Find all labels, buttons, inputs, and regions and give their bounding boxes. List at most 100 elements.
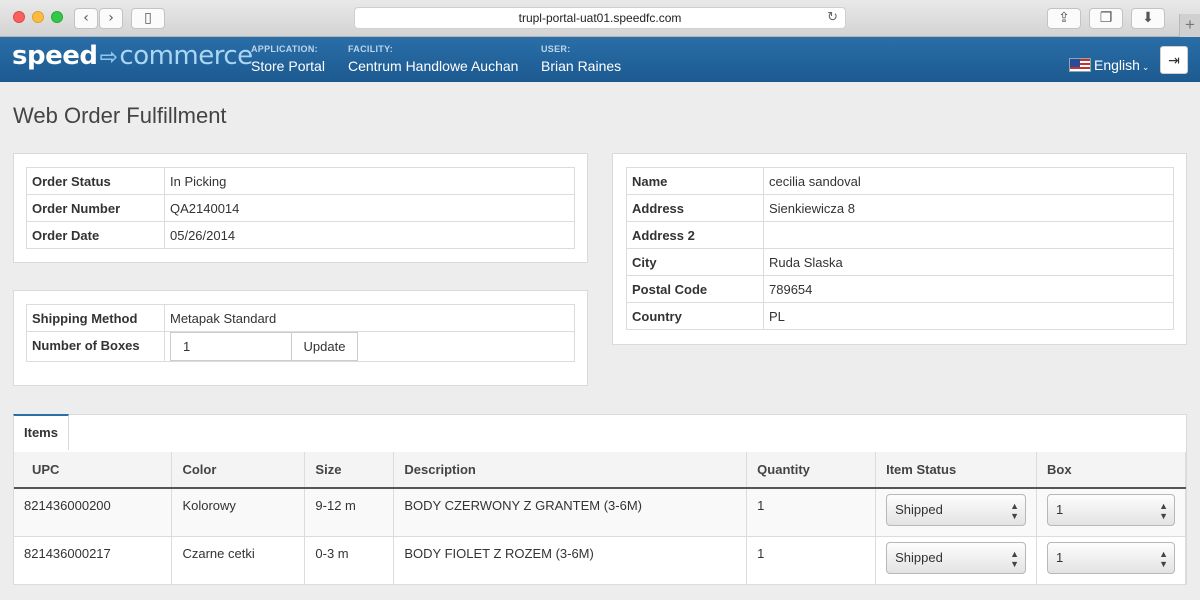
postal-code-value: 789654 [763,275,1174,303]
application-label: APPLICATION: [251,44,318,54]
new-tab-button[interactable]: + [1179,14,1200,37]
order-date-row: Order Date 05/26/2014 [26,221,575,249]
item-status-value: Shipped [895,502,943,517]
user-info: USER: Brian Raines [541,44,621,74]
address-label: Address [626,194,764,222]
order-panel: Order Status In Picking Order Number QA2… [13,153,588,263]
sidebar-icon: ▯ [144,10,152,26]
zoom-window-button[interactable] [51,11,63,23]
update-button[interactable]: Update [292,332,358,361]
customer-panel: Name cecilia sandoval Address Sienkiewic… [612,153,1187,345]
reload-icon[interactable]: ↻ [827,8,838,28]
select-arrows-icon: ▲ ▼ [1159,501,1168,521]
language-selector[interactable]: English ⌄ [1069,57,1149,73]
order-number-label: Order Number [26,194,165,222]
boxes-input-group: Update [170,332,569,361]
items-table: UPC Color Size Description Quantity Item… [14,452,1186,585]
box-value: 1 [1056,549,1064,565]
box-cell: 1 ▲ ▼ [1036,488,1186,537]
shipping-method-label: Shipping Method [26,304,165,332]
customer-table: Name cecilia sandoval Address Sienkiewic… [626,167,1174,330]
item-status-select[interactable]: Shipped ▲ ▼ [886,494,1027,526]
box-select[interactable]: 1 ▲ ▼ [1047,541,1175,574]
name-value: cecilia sandoval [763,167,1174,195]
column-header-box[interactable]: Box [1036,452,1186,489]
quantity-cell: 1 [746,536,877,585]
logout-button[interactable]: ⇥ [1160,46,1188,74]
chevron-down-icon: ⌄ [1141,62,1150,72]
country-value: PL [763,302,1174,330]
items-header-row: UPC Color Size Description Quantity Item… [14,452,1186,489]
size-cell: 0-3 m [304,536,395,585]
country-label: Country [626,302,764,330]
item-status-value: Shipped [895,549,943,565]
column-header-quantity[interactable]: Quantity [746,452,877,489]
city-label: City [626,248,764,276]
select-arrows-icon: ▲ ▼ [1010,548,1020,569]
language-label: English [1094,57,1140,73]
description-cell: BODY FIOLET Z ROZEM (3-6M) [393,536,748,585]
sidebar-toggle-button[interactable]: ▯ [131,8,165,29]
shipping-method-row: Shipping Method Metapak Standard [26,304,575,332]
forward-button[interactable]: › [99,8,123,29]
item-status-select[interactable]: Shipped ▲ ▼ [886,541,1027,574]
select-arrows-icon: ▲ ▼ [1159,548,1168,569]
postal-code-label: Postal Code [626,275,764,303]
country-row: Country PL [626,302,1174,330]
address-bar[interactable]: trupl-portal-uat01.speedfc.com ↻ [354,7,846,29]
shipping-method-value: Metapak Standard [164,304,575,332]
browser-toolbar: ‹ › ▯ trupl-portal-uat01.speedfc.com ↻ ⇪… [0,0,1200,37]
facility-value: Centrum Handlowe Auchan [348,58,519,74]
column-header-description[interactable]: Description [393,452,748,489]
postal-code-row: Postal Code 789654 [626,275,1174,303]
upc-cell: 821436000200 [14,488,173,537]
color-cell: Kolorowy [171,488,306,537]
application-value: Store Portal [251,58,325,74]
application-info: APPLICATION: Store Portal [251,44,325,74]
column-header-color[interactable]: Color [171,452,306,489]
minimize-window-button[interactable] [32,11,44,23]
number-of-boxes-label: Number of Boxes [26,331,165,362]
number-of-boxes-input[interactable] [170,332,292,361]
tab-items[interactable]: Items [13,414,69,450]
name-label: Name [626,167,764,195]
tabs-button[interactable]: ❐ [1089,8,1123,29]
order-status-row: Order Status In Picking [26,167,575,195]
order-table: Order Status In Picking Order Number QA2… [26,167,575,249]
share-button[interactable]: ⇪ [1047,8,1081,29]
downloads-button[interactable]: ⬇ [1131,8,1165,29]
close-window-button[interactable] [13,11,25,23]
address2-row: Address 2 [626,221,1174,249]
address-row: Address Sienkiewicza 8 [626,194,1174,222]
app-header: speed⇨commerce APPLICATION: Store Portal… [0,37,1200,82]
item-status-cell: Shipped ▲ ▼ [875,536,1038,585]
column-header-upc[interactable]: UPC [14,452,173,489]
city-row: City Ruda Slaska [626,248,1174,276]
shipping-panel: Shipping Method Metapak Standard Number … [13,290,588,386]
box-value: 1 [1056,502,1064,517]
column-header-item-status[interactable]: Item Status [875,452,1038,489]
number-of-boxes-cell: Update [164,331,575,362]
table-row: 821436000200 Kolorowy 9-12 m BODY CZERWO… [14,488,1186,537]
user-label: USER: [541,44,571,54]
user-value: Brian Raines [541,58,622,74]
chevron-right-icon: › [108,10,114,26]
logo-arrow-icon: ⇨ [99,45,118,70]
order-status-label: Order Status [26,167,165,195]
order-date-label: Order Date [26,221,165,249]
upc-cell: 821436000217 [14,536,173,585]
address2-value [763,221,1174,249]
url-text: trupl-portal-uat01.speedfc.com [518,11,682,25]
order-date-value: 05/26/2014 [164,221,575,249]
shipping-table: Shipping Method Metapak Standard Number … [26,304,575,362]
page-title: Web Order Fulfillment [13,103,227,128]
download-icon: ⬇ [1142,10,1154,26]
box-select[interactable]: 1 ▲ ▼ [1047,494,1175,526]
order-number-value: QA2140014 [164,194,575,222]
us-flag-icon [1069,58,1091,72]
speed-commerce-logo[interactable]: speed⇨commerce [12,41,253,71]
logout-icon: ⇥ [1168,52,1180,68]
column-header-size[interactable]: Size [304,452,395,489]
back-button[interactable]: ‹ [74,8,98,29]
logo-text-left: speed [12,41,98,71]
